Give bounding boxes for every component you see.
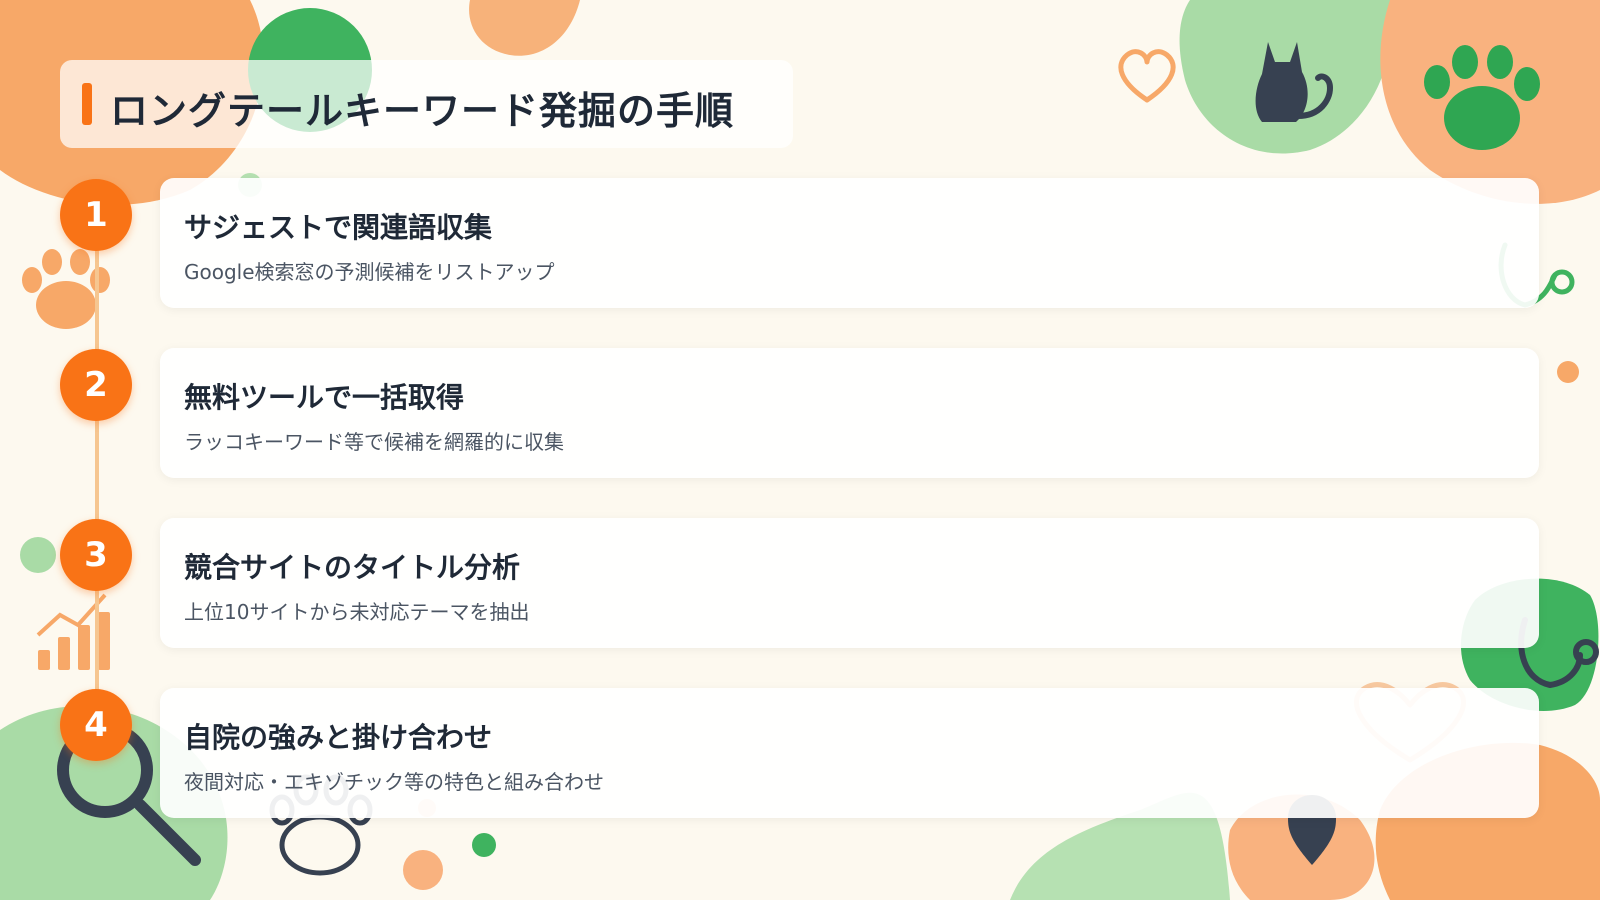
step-card-3: 競合サイトのタイトル分析 上位10サイトから未対応テーマを抽出 [160, 518, 1539, 648]
title-box: ロングテールキーワード発掘の手順 [60, 60, 793, 148]
step-number-3: 3 [60, 519, 132, 591]
green-dot-3 [472, 833, 496, 857]
step-title: サジェストで関連語収集 [184, 211, 493, 244]
step-number-1: 1 [60, 179, 132, 251]
step-number-4: 4 [60, 689, 132, 761]
step-title: 自院の強みと掛け合わせ [184, 721, 493, 754]
step-card-4: 自院の強みと掛け合わせ 夜間対応・エキゾチック等の特色と組み合わせ [160, 688, 1539, 818]
title-accent-bar [82, 83, 92, 125]
step-number-2: 2 [60, 349, 132, 421]
step-description: 夜間対応・エキゾチック等の特色と組み合わせ [184, 770, 604, 794]
page-title: ロングテールキーワード発掘の手順 [110, 89, 735, 133]
orange-blob-top-strip [469, 0, 580, 56]
step-card-2: 無料ツールで一括取得 ラッコキーワード等で候補を網羅的に収集 [160, 348, 1539, 478]
orange-dot-1 [1557, 361, 1579, 383]
orange-dot-2 [403, 850, 443, 890]
step-title: 無料ツールで一括取得 [184, 381, 465, 414]
green-dot-1 [20, 537, 56, 573]
heart-icon [1118, 49, 1176, 103]
step-description: 上位10サイトから未対応テーマを抽出 [184, 600, 530, 624]
timeline-line [95, 215, 99, 725]
chart-icon [36, 593, 110, 670]
step-description: ラッコキーワード等で候補を網羅的に収集 [184, 430, 564, 454]
step-description: Google検索窓の予測候補をリストアップ [184, 260, 555, 284]
step-title: 競合サイトのタイトル分析 [184, 551, 521, 584]
step-card-1: サジェストで関連語収集 Google検索窓の予測候補をリストアップ [160, 178, 1539, 308]
